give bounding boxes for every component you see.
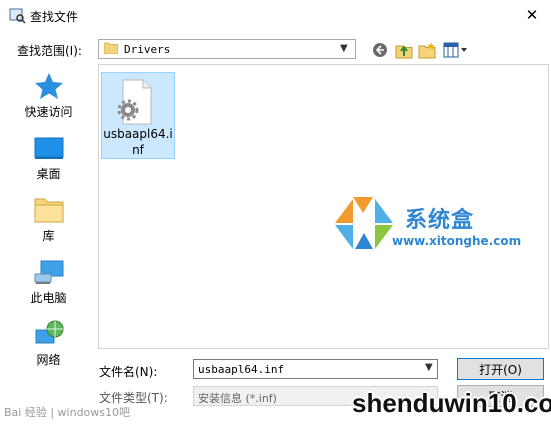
place-library[interactable]: 库 [4, 188, 93, 248]
xitonghe-logo [333, 195, 395, 251]
lookin-label: 查找范围(I): [17, 44, 82, 58]
xitonghe-url-text: www.xitonghe.com [392, 234, 522, 248]
file-name-label: usbaapl64.inf [103, 127, 173, 157]
xitonghe-brand-text: 系统盒 [405, 208, 475, 233]
place-desktop[interactable]: 桌面 [4, 126, 93, 186]
lookin-value: Drivers [124, 43, 171, 56]
place-quick-access[interactable]: 快速访问 [4, 64, 93, 124]
back-arrow-icon[interactable] [371, 41, 389, 59]
filetype-value: 安装信息 (*.inf) [198, 392, 277, 405]
close-button[interactable]: ✕ [520, 4, 544, 26]
chevron-down-icon[interactable]: ▼ [340, 43, 348, 54]
open-button[interactable]: 打开(O) [457, 358, 544, 380]
desktop-icon [32, 134, 66, 162]
view-menu-icon[interactable] [442, 41, 470, 59]
places-bar: 快速访问 桌面 库 此电脑 网络 [4, 64, 93, 375]
computer-icon [32, 258, 66, 286]
place-label: 此电脑 [30, 291, 67, 305]
title-bar [0, 0, 551, 31]
site-watermark: shenduwin10.com [352, 388, 551, 418]
new-folder-icon[interactable] [418, 41, 436, 59]
place-label: 库 [42, 229, 55, 243]
library-icon [32, 196, 66, 224]
filename-label: 文件名(N): [99, 365, 158, 379]
baidu-watermark: Bai 经验 | windows10吧 [4, 406, 131, 419]
place-this-pc[interactable]: 此电脑 [4, 250, 93, 310]
settings-file-icon [113, 78, 155, 126]
network-icon [32, 320, 66, 348]
folder-icon [103, 42, 119, 55]
chevron-down-icon[interactable]: ▼ [425, 362, 433, 373]
window-title: 查找文件 [30, 10, 79, 24]
up-folder-icon[interactable] [395, 41, 413, 59]
star-icon [32, 72, 66, 100]
place-label: 快速访问 [24, 105, 73, 119]
filename-value: usbaapl64.inf [198, 363, 285, 376]
search-window-icon [8, 6, 26, 24]
place-label: 桌面 [36, 167, 61, 181]
place-network[interactable]: 网络 [4, 312, 93, 372]
place-label: 网络 [36, 353, 61, 367]
